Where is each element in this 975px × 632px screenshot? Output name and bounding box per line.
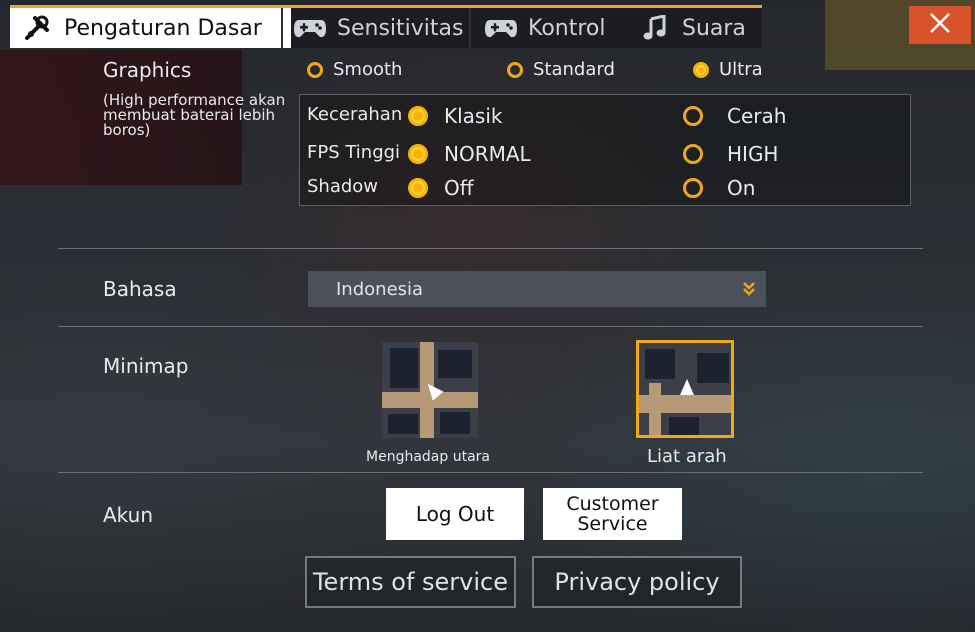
minimap-option-direction-label: Liat arah (647, 446, 727, 467)
tab-pengaturan-dasar[interactable]: Pengaturan Dasar (10, 8, 291, 48)
akun-label: Akun (103, 503, 153, 527)
map-block (645, 349, 675, 379)
option-label: Cerah (727, 104, 787, 128)
customer-service-button[interactable]: Customer Service (543, 488, 682, 540)
shadow-option-off[interactable]: Off (408, 176, 474, 200)
fps-option-high[interactable]: HIGH (683, 142, 778, 166)
map-block (390, 348, 418, 388)
tab-label: Kontrol (528, 15, 606, 41)
player-arrow-icon (680, 379, 694, 395)
option-label: NORMAL (444, 142, 531, 166)
bahasa-label: Bahasa (103, 277, 177, 301)
map-block (669, 417, 699, 435)
shadow-option-on[interactable]: On (683, 176, 755, 200)
map-block (440, 412, 470, 434)
shadow-label: Shadow (307, 176, 379, 197)
tab-kontrol[interactable]: Kontrol (484, 8, 634, 48)
radio-icon (683, 106, 703, 126)
option-label: HIGH (727, 142, 779, 166)
option-label: Smooth (333, 59, 403, 80)
gamepad-icon (484, 14, 518, 42)
logout-button[interactable]: Log Out (386, 488, 524, 540)
language-select-value: Indonesia (336, 278, 424, 300)
section-divider (58, 472, 923, 473)
graphics-label: Graphics (103, 58, 192, 82)
tab-label: Sensitivitas (337, 15, 464, 41)
terms-of-service-button[interactable]: Terms of service (305, 556, 516, 608)
map-block (438, 350, 472, 378)
language-select[interactable]: Indonesia (308, 271, 766, 307)
radio-icon (683, 144, 703, 164)
tab-label: Suara (682, 15, 746, 41)
graphics-note: (High performance akan membuat baterai l… (103, 91, 286, 139)
tab-suara[interactable]: Suara (638, 8, 762, 48)
tab-label: Pengaturan Dasar (64, 15, 262, 41)
minimap-label: Minimap (103, 354, 189, 378)
settings-tab-bar: Pengaturan Dasar Sensitivitas Kontrol Su… (10, 5, 762, 48)
wrench-icon (20, 14, 54, 42)
graphics-option-smooth[interactable]: Smooth (307, 59, 402, 80)
option-label: Standard (533, 59, 615, 80)
option-label: Klasik (444, 104, 503, 128)
tab-divider (469, 8, 471, 48)
close-icon (929, 12, 951, 38)
radio-selected-icon (408, 106, 428, 126)
minimap-option-north-label: Menghadap utara (366, 449, 490, 465)
map-block (388, 414, 418, 434)
tab-sensitivitas[interactable]: Sensitivitas (293, 8, 468, 48)
fps-label: FPS Tinggi (307, 142, 401, 163)
radio-icon (683, 178, 703, 198)
radio-icon (507, 61, 523, 78)
kecerahan-option-cerah[interactable]: Cerah (683, 104, 786, 128)
option-label: Ultra (719, 59, 763, 80)
map-block (697, 353, 729, 383)
radio-icon (307, 61, 323, 78)
section-divider (58, 248, 923, 249)
chevron-down-icon (732, 271, 766, 307)
option-label: Off (444, 176, 474, 200)
radio-selected-icon (408, 178, 428, 198)
gamepad-icon (293, 14, 327, 42)
section-divider (58, 326, 923, 327)
radio-selected-icon (408, 144, 428, 164)
tab-divider (281, 8, 283, 48)
map-road (649, 383, 661, 435)
kecerahan-option-klasik[interactable]: Klasik (408, 104, 503, 128)
graphics-option-standard[interactable]: Standard (507, 59, 615, 80)
graphics-option-ultra[interactable]: Ultra (693, 59, 763, 80)
kecerahan-label: Kecerahan (307, 104, 403, 125)
option-label: On (727, 176, 756, 200)
privacy-policy-button[interactable]: Privacy policy (532, 556, 742, 608)
close-button[interactable] (909, 6, 971, 44)
radio-selected-icon (693, 61, 709, 78)
minimap-option-north[interactable] (382, 342, 478, 438)
minimap-option-direction[interactable] (636, 340, 734, 438)
fps-option-normal[interactable]: NORMAL (408, 142, 531, 166)
music-note-icon (638, 14, 672, 42)
